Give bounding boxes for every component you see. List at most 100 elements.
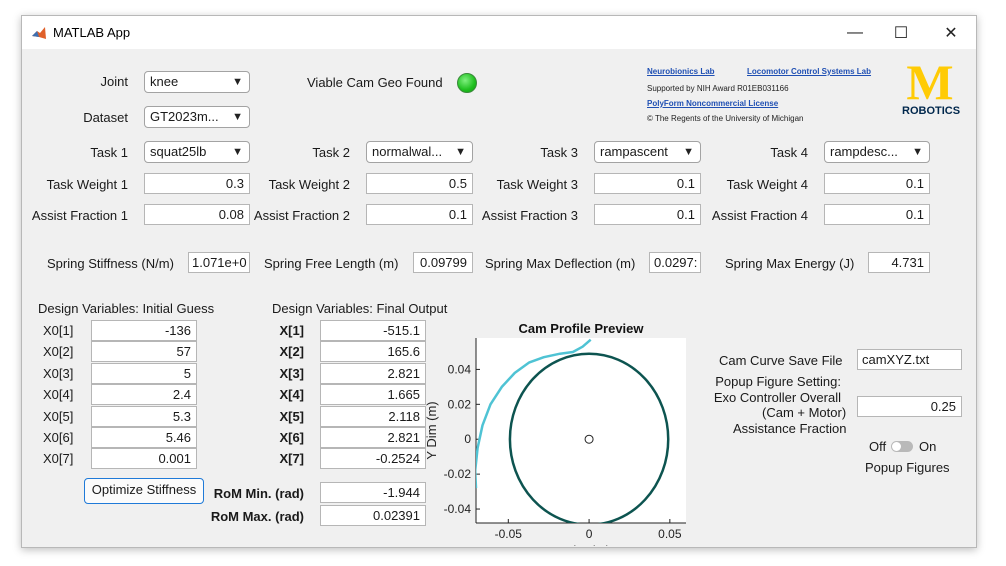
logo-letter: M <box>906 54 954 110</box>
y-tick-label: 0.04 <box>448 362 472 376</box>
rom-min-field[interactable]: -1.944 <box>320 482 426 503</box>
caret-down-icon: ▼ <box>912 146 923 158</box>
initial-guess-label-6: X0[6] <box>43 430 74 445</box>
initial-guess-label-5: X0[5] <box>43 408 74 424</box>
assist-fraction-4-field[interactable]: 0.1 <box>824 204 930 225</box>
assist-fraction-3-field[interactable]: 0.1 <box>594 204 701 225</box>
task-1-label: Task 1 <box>90 145 128 160</box>
spring-max-deflection-field[interactable]: 0.0297: <box>649 252 701 273</box>
task-2-label: Task 2 <box>312 145 350 160</box>
caret-down-icon: ▼ <box>232 146 243 158</box>
popup-setting-line3: (Cam + Motor) <box>762 405 847 420</box>
task-2-dropdown[interactable]: normalwal... ▼ <box>366 141 473 163</box>
assist-fraction-3-label: Assist Fraction 3 <box>481 208 578 223</box>
y-tick-label: 0 <box>464 432 471 446</box>
close-button[interactable]: ✕ <box>928 16 974 49</box>
final-output-field-4[interactable]: 1.665 <box>320 384 426 406</box>
task-3-dropdown[interactable]: rampascent ▼ <box>594 141 701 163</box>
task-weight-4-field[interactable]: 0.1 <box>824 173 930 194</box>
dataset-dropdown[interactable]: GT2023m... ▼ <box>144 106 250 128</box>
task-weight-2-field[interactable]: 0.5 <box>366 173 473 194</box>
plot-area <box>476 338 686 523</box>
initial-guess-field-2[interactable]: 57 <box>91 341 197 363</box>
caret-down-icon: ▼ <box>683 146 694 158</box>
spring-stiffness-field[interactable]: 1.071e+0 <box>188 252 250 273</box>
initial-guess-label-1: X0[1] <box>43 323 74 338</box>
task-3-label: Task 3 <box>540 145 578 160</box>
final-output-field-1[interactable]: -515.1 <box>320 320 426 341</box>
caret-down-icon: ▼ <box>232 76 243 88</box>
rom-max-label: RoM Max. (rad) <box>210 509 304 524</box>
assistance-fraction-field[interactable]: 0.25 <box>857 396 962 417</box>
assist-fraction-1-label: Assist Fraction 1 <box>31 208 128 223</box>
license-link[interactable]: PolyForm Noncommercial License <box>647 99 778 108</box>
final-output-field-2[interactable]: 165.6 <box>320 341 426 363</box>
optimize-stiffness-button[interactable]: Optimize Stiffness <box>84 478 204 504</box>
maximize-button[interactable]: ☐ <box>878 16 924 49</box>
rom-max-field[interactable]: 0.02391 <box>320 505 426 526</box>
task-4-label: Task 4 <box>770 145 808 160</box>
initial-guess-field-7[interactable]: 0.001 <box>91 448 197 470</box>
task-4-dropdown[interactable]: rampdesc... ▼ <box>824 141 930 163</box>
popup-setting-line1: Popup Figure Setting: <box>715 374 841 389</box>
task-weight-3-field[interactable]: 0.1 <box>594 173 701 194</box>
final-output-label-1: X[1] <box>279 323 304 338</box>
assist-fraction-1-field[interactable]: 0.08 <box>144 204 250 225</box>
neurobionics-lab-link[interactable]: Neurobionics Lab <box>647 67 715 76</box>
status-lamp-icon <box>457 73 477 93</box>
initial-guess-field-6[interactable]: 5.46 <box>91 427 197 448</box>
joint-value: knee <box>150 74 179 89</box>
rom-min-label: RoM Min. (rad) <box>213 486 304 501</box>
task-weight-1-field[interactable]: 0.3 <box>144 173 250 194</box>
minimize-button[interactable]: — <box>832 16 878 49</box>
final-output-label-7: X[7] <box>279 451 304 467</box>
matlab-logo-icon <box>31 25 47 41</box>
locomotor-lab-link[interactable]: Locomotor Control Systems Lab <box>747 67 871 76</box>
spring-free-length-field[interactable]: 0.09799 <box>413 252 473 273</box>
task-weight-4-label: Task Weight 4 <box>726 177 808 192</box>
final-output-label-4: X[4] <box>279 387 304 403</box>
final-output-field-5[interactable]: 2.118 <box>320 405 426 427</box>
initial-guess-field-3[interactable]: 5 <box>91 362 197 384</box>
final-output-field-6[interactable]: 2.821 <box>320 427 426 448</box>
cam-profile-chart: -0.05 0 0.05 -0.04 -0.02 0 0.02 0.04 Cam Profile… <box>424 321 686 546</box>
task-weight-2-label: Task Weight 2 <box>268 177 350 192</box>
x-tick-label: -0.05 <box>495 527 523 541</box>
assist-fraction-2-label: Assist Fraction 2 <box>253 208 350 223</box>
initial-guess-field-1[interactable]: -136 <box>91 320 197 341</box>
task-1-dropdown[interactable]: squat25lb ▼ <box>144 141 250 163</box>
save-file-label: Cam Curve Save File <box>719 353 843 368</box>
initial-guess-label-2: X0[2] <box>43 344 74 360</box>
task-3-value: rampascent <box>600 144 668 159</box>
assist-fraction-2-field[interactable]: 0.1 <box>366 204 473 225</box>
initial-guess-field-4[interactable]: 2.4 <box>91 384 197 406</box>
joint-dropdown[interactable]: knee ▼ <box>144 71 250 93</box>
initial-guess-field-5[interactable]: 5.3 <box>91 405 197 427</box>
final-output-field-7[interactable]: -0.2524 <box>320 448 426 470</box>
spring-max-energy-field[interactable]: 4.731 <box>868 252 930 273</box>
y-tick-label: -0.04 <box>444 502 472 516</box>
save-file-field[interactable]: camXYZ.txt <box>857 349 962 370</box>
window-title: MATLAB App <box>53 25 131 40</box>
final-output-label-6: X[6] <box>279 430 304 445</box>
final-output-field-3[interactable]: 2.821 <box>320 362 426 384</box>
task-weight-1-label: Task Weight 1 <box>46 177 128 192</box>
task-2-value: normalwal... <box>372 144 443 159</box>
logo-text: ROBOTICS <box>902 105 961 117</box>
toggle-knob <box>892 442 901 451</box>
caret-down-icon: ▼ <box>455 146 466 158</box>
popup-figures-toggle[interactable] <box>891 441 913 452</box>
x-axis-label: X Dim (m) <box>552 543 611 546</box>
popup-setting-line4: Assistance Fraction <box>733 421 847 436</box>
initial-guess-label-7: X0[7] <box>43 451 74 467</box>
spring-free-length-label: Spring Free Length (m) <box>264 256 399 271</box>
y-tick-label: 0.02 <box>448 397 472 411</box>
copyright-text: © The Regents of the University of Michi… <box>647 114 804 123</box>
final-output-label-2: X[2] <box>279 344 304 360</box>
dataset-label: Dataset <box>83 110 128 125</box>
title-bar: MATLAB App — ☐ ✕ <box>22 16 976 49</box>
x-tick-label: 0.05 <box>658 527 682 541</box>
app-window: MATLAB App — ☐ ✕ Joint knee ▼ Dataset GT… <box>21 15 977 548</box>
final-output-heading: Design Variables: Final Output <box>272 301 448 316</box>
initial-guess-heading: Design Variables: Initial Guess <box>38 301 215 316</box>
